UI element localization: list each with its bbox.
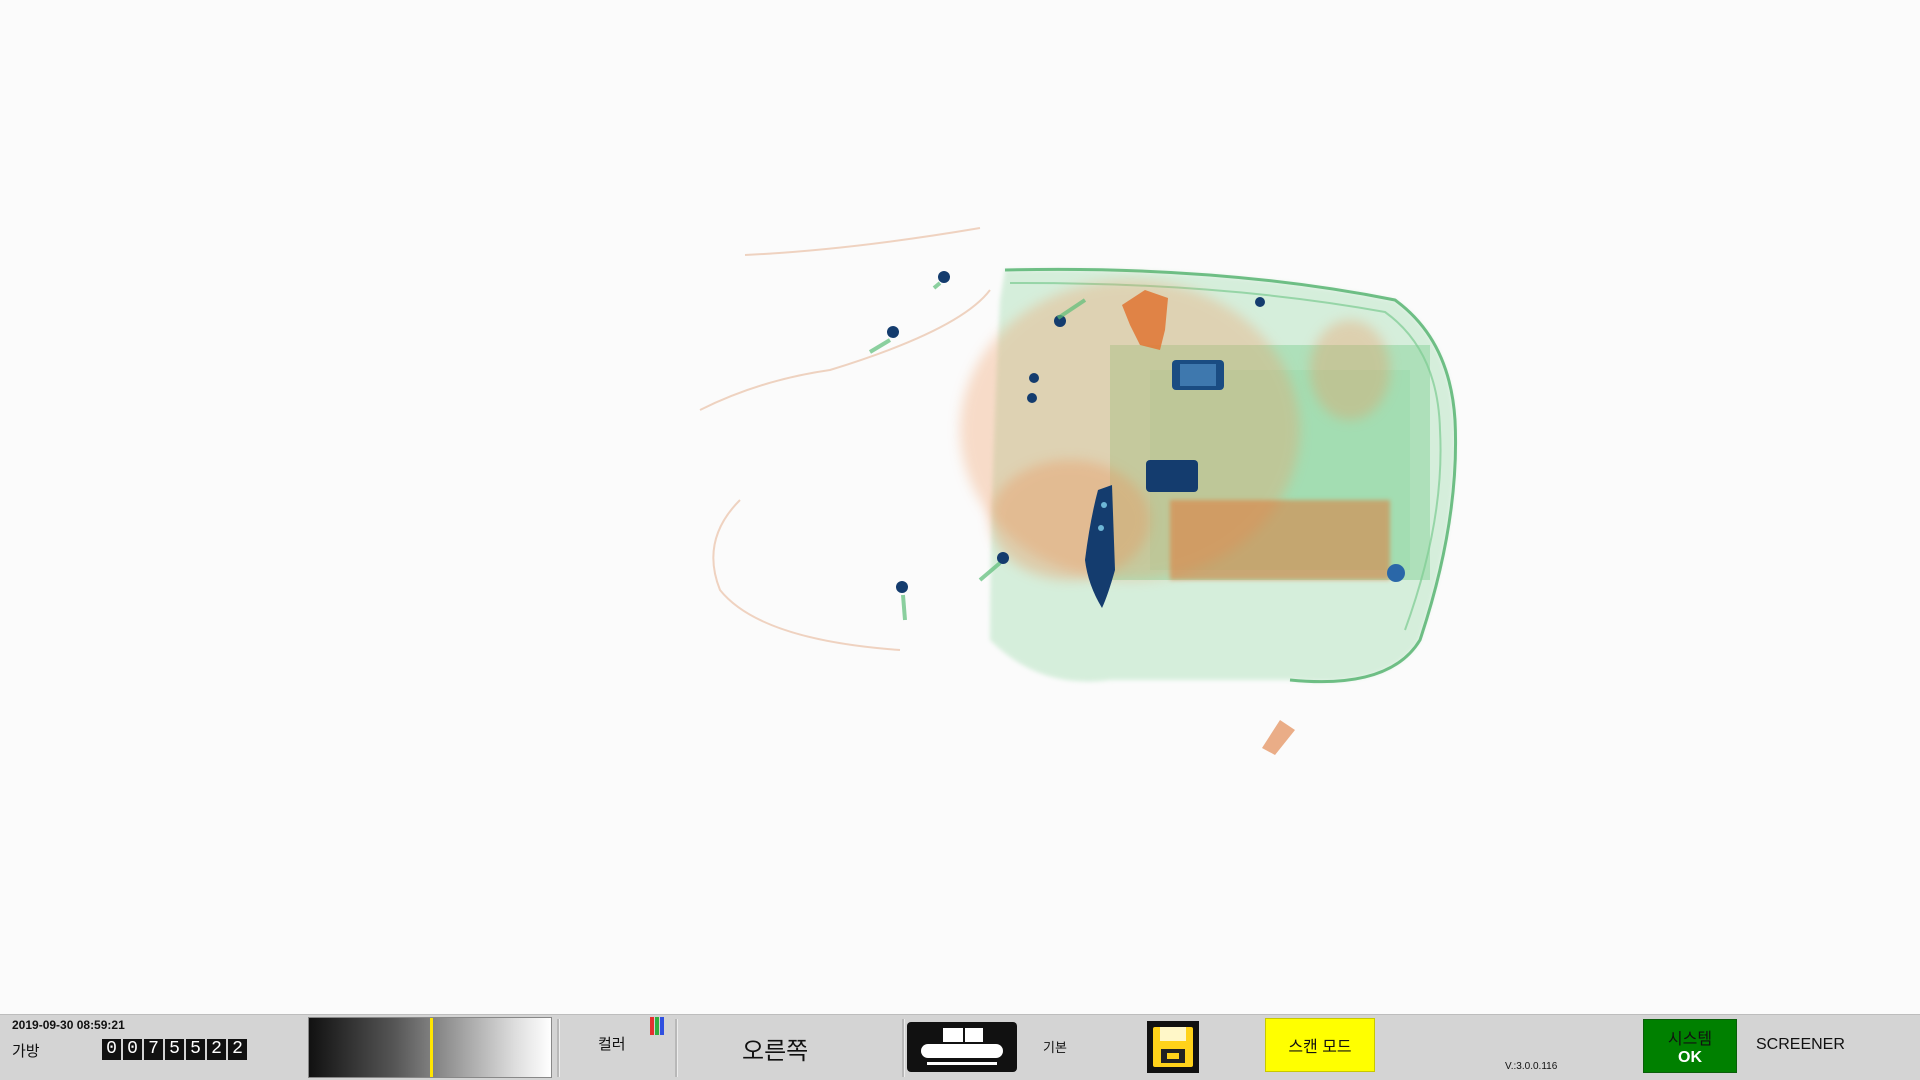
system-status-value: OK <box>1678 1049 1702 1066</box>
user-role: SCREENER <box>1756 1036 1845 1053</box>
coins-icon <box>1387 564 1405 582</box>
bag-count-digit: 0 <box>102 1039 121 1060</box>
conveyor-belt-icon[interactable] <box>907 1022 1017 1072</box>
camera-icon <box>1146 460 1198 492</box>
color-bars-icon <box>650 1017 668 1035</box>
scan-mode-label: 스캔 모드 <box>1288 1039 1352 1056</box>
direction-label[interactable]: 오른쪽 <box>742 1031 808 1066</box>
bag-count-digit: 5 <box>165 1039 184 1060</box>
bag-count-digit: 7 <box>144 1039 163 1060</box>
color-mode-label[interactable]: 컬러 <box>598 1033 626 1054</box>
gray-level-slider[interactable] <box>308 1017 552 1078</box>
separator <box>557 1019 560 1077</box>
floppy-disk-icon[interactable] <box>1147 1021 1199 1073</box>
basic-mode-label[interactable]: 기본 <box>1043 1037 1067 1056</box>
version-text: V.:3.0.0.116 <box>1505 1061 1558 1072</box>
system-status-button[interactable]: 시스템 OK <box>1643 1019 1737 1073</box>
scan-datetime: 2019-09-30 08:59:21 <box>12 1018 125 1032</box>
bag-strap-outline <box>699 227 991 651</box>
bag-counter: 0075522 <box>102 1039 249 1060</box>
separator <box>675 1019 678 1077</box>
organic-contents <box>960 280 1390 755</box>
xray-image-viewport[interactable] <box>0 0 1920 1014</box>
status-bar: 2019-09-30 08:59:21 가방 0075522 컬러 오른쪽 기본… <box>0 1014 1920 1080</box>
battery-icon <box>1172 360 1224 390</box>
xray-scan-image <box>699 227 1458 755</box>
bag-count-digit: 2 <box>207 1039 226 1060</box>
scan-mode-button[interactable]: 스캔 모드 <box>1265 1018 1375 1072</box>
separator <box>902 1019 905 1077</box>
bag-label: 가방 <box>12 1043 40 1060</box>
gray-level-marker[interactable] <box>430 1018 433 1077</box>
bag-count-digit: 0 <box>123 1039 142 1060</box>
bag-count-digit: 5 <box>186 1039 205 1060</box>
bag-count-digit: 2 <box>228 1039 247 1060</box>
system-label: 시스템 <box>1667 1031 1713 1048</box>
